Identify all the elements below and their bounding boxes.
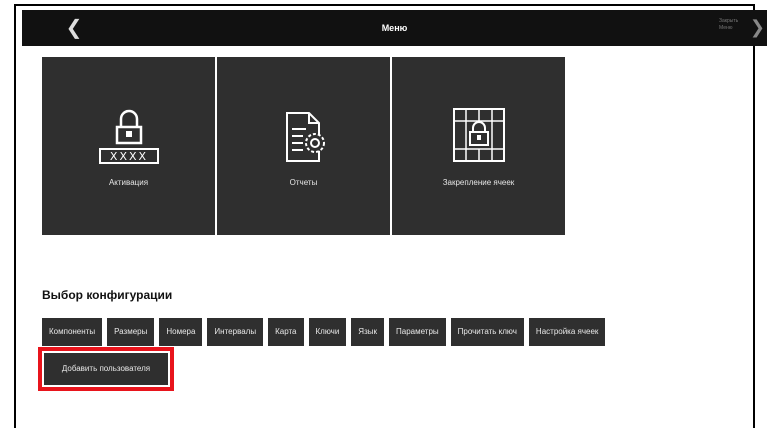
top-bar: ❮ Меню Закрыть Меню ❯ [22, 10, 767, 46]
config-button-cell-settings[interactable]: Настройка ячеек [528, 318, 606, 346]
config-button-parameters[interactable]: Параметры [389, 318, 446, 346]
config-button-intervals[interactable]: Интервалы [207, 318, 264, 346]
lock-password-icon: XXXX [98, 109, 159, 164]
tile-reports-label: Отчеты [289, 178, 318, 187]
tile-lock-cells[interactable]: Закрепление ячеек [392, 57, 565, 235]
config-button-map[interactable]: Карта [268, 318, 304, 346]
config-button-read-key[interactable]: Прочитать ключ [450, 318, 524, 346]
tile-activation-label: Активация [108, 178, 149, 187]
config-section-title: Выбор конфигурации [42, 288, 173, 302]
chevron-right-icon: ❯ [749, 17, 765, 37]
close-menu-label: Закрыть Меню [719, 18, 739, 31]
config-button-numbers[interactable]: Номера [159, 318, 203, 346]
report-gear-icon [285, 112, 325, 162]
tile-activation[interactable]: XXXX Активация [42, 57, 215, 235]
svg-text:XXXX: XXXX [109, 150, 147, 163]
close-menu-button[interactable]: Закрыть Меню ❯ [711, 16, 767, 40]
config-button-components[interactable]: Компоненты [42, 318, 103, 346]
config-button-sizes[interactable]: Размеры [107, 318, 155, 346]
tile-reports[interactable]: Отчеты [217, 57, 390, 235]
config-button-keys[interactable]: Ключи [308, 318, 347, 346]
locked-cells-icon [452, 108, 505, 162]
tile-lock-cells-label: Закрепление ячеек [442, 178, 515, 187]
add-user-highlight: Добавить пользователя [38, 347, 174, 391]
config-button-language[interactable]: Язык [351, 318, 384, 346]
page-title: Меню [381, 23, 408, 33]
menu-tiles: XXXX Активация Отчеты Закрепление ячеек [42, 57, 567, 235]
add-user-button[interactable]: Добавить пользователя [44, 353, 168, 385]
